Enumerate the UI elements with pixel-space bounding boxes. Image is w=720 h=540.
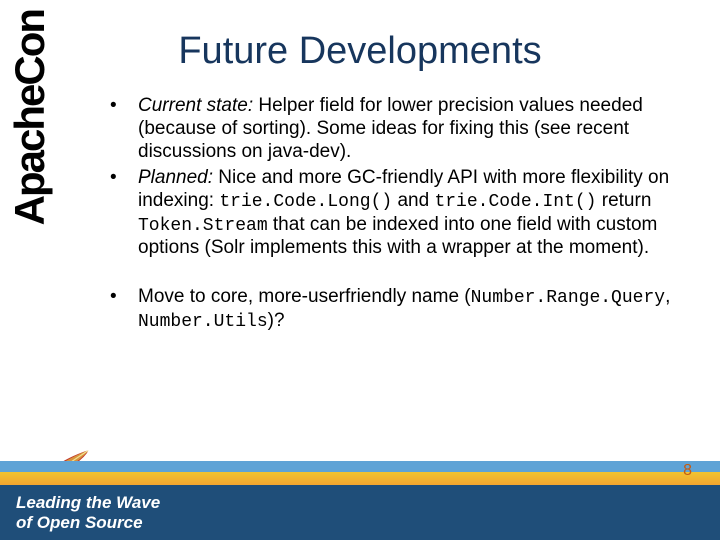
slide-content: • Current state: Helper field for lower … [110, 95, 690, 337]
footer-bar: Leading the Wave of Open Source [0, 485, 720, 540]
page-number: 8 [683, 462, 692, 480]
bullet-text: Move to core, more-userfriendly name (Nu… [138, 286, 690, 333]
bullet-item: • Move to core, more-userfriendly name (… [110, 286, 690, 333]
bullet-text: Current state: Helper field for lower pr… [138, 95, 690, 163]
bullet-marker: • [110, 167, 138, 260]
bullet-marker: • [110, 286, 138, 333]
bullet-text: Planned: Nice and more GC-friendly API w… [138, 167, 690, 260]
slide-title: Future Developments [0, 30, 720, 73]
footer-tagline: Leading the Wave of Open Source [16, 493, 160, 532]
bullet-marker: • [110, 95, 138, 163]
bullet-item: • Planned: Nice and more GC-friendly API… [110, 167, 690, 260]
footer-color-band [0, 461, 720, 485]
bullet-item: • Current state: Helper field for lower … [110, 95, 690, 163]
